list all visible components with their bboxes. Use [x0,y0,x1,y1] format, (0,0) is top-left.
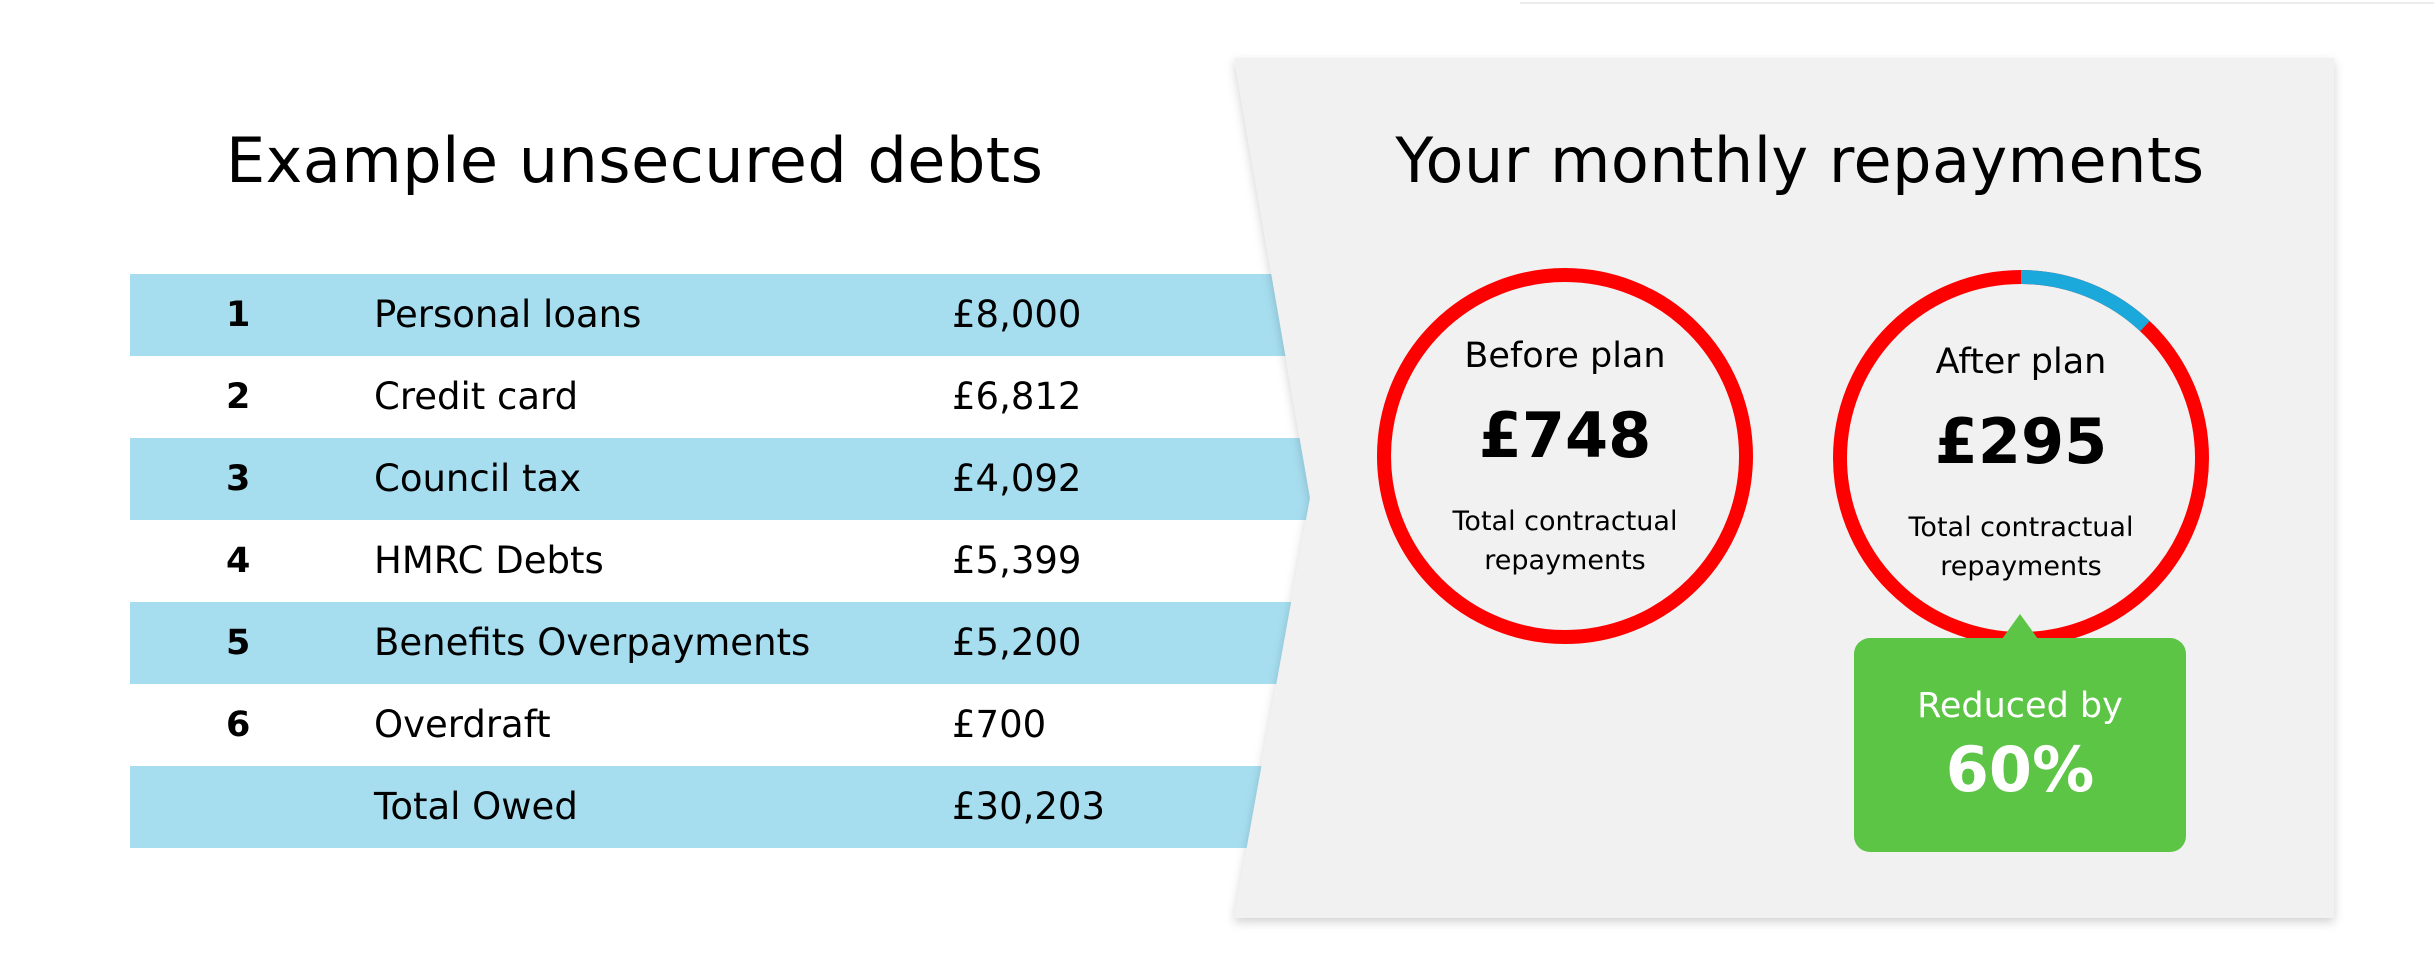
row-number: 2 [226,377,251,417]
debts-title: Example unsecured debts [226,124,1044,197]
row-amount: £4,092 [952,457,1082,500]
before-plan-subtext: Total contractual repayments [1375,502,1755,580]
row-label: Overdraft [374,703,551,746]
after-plan-text: After plan £295 Total contractual repaym… [1831,342,2211,586]
row-background [130,438,1310,520]
after-plan-caption: After plan [1935,342,2107,382]
row-label: Credit card [374,375,579,418]
total-amount: £30,203 [952,785,1106,828]
reduction-label: Reduced by [1917,686,2123,726]
top-divider [1520,2,2434,4]
table-row: 3 Council tax £4,092 [130,438,1310,520]
total-label: Total Owed [374,785,578,828]
table-row: 6 Overdraft £700 [130,684,1310,766]
total-row: Total Owed £30,203 [130,766,1310,848]
after-plan-subtext: Total contractual repayments [1831,508,2211,586]
row-number: 4 [226,541,251,581]
after-plan-subtext-line1: Total contractual [1908,512,2134,543]
table-row: 5 Benefits Overpayments £5,200 [130,602,1310,684]
row-label: Benefits Overpayments [374,621,811,664]
table-row: 4 HMRC Debts £5,399 [130,520,1310,602]
reduced-pointer [2002,614,2038,639]
before-plan-subtext-line2: repayments [1484,545,1646,576]
row-amount: £5,399 [952,539,1082,582]
after-plan-subtext-line2: repayments [1940,551,2102,582]
reduction-value: 60% [1945,733,2095,806]
repayments-title: Your monthly repayments [1395,124,2205,197]
row-label: HMRC Debts [374,539,604,582]
row-number: 5 [226,623,251,663]
row-number: 6 [226,705,251,745]
row-label: Council tax [374,457,582,500]
reduction-badge: Reduced by 60% [1854,638,2186,852]
before-plan-value: £748 [1478,399,1652,472]
debts-table: 1 Personal loans £8,000 2 Credit card £6… [130,274,1310,848]
table-row: 1 Personal loans £8,000 [130,274,1310,356]
row-amount: £6,812 [952,375,1082,418]
after-plan-value: £295 [1934,405,2108,478]
row-background [130,274,1310,356]
row-number: 1 [226,295,251,335]
row-label: Personal loans [374,293,642,336]
row-number: 3 [226,459,251,499]
before-plan-caption: Before plan [1464,336,1666,376]
row-amount: £8,000 [952,293,1082,336]
row-background [130,766,1310,848]
row-amount: £700 [952,703,1047,746]
before-plan-subtext-line1: Total contractual [1452,506,1678,537]
before-plan-text: Before plan £748 Total contractual repay… [1375,336,1755,580]
row-amount: £5,200 [952,621,1082,664]
table-row: 2 Credit card £6,812 [130,356,1310,438]
